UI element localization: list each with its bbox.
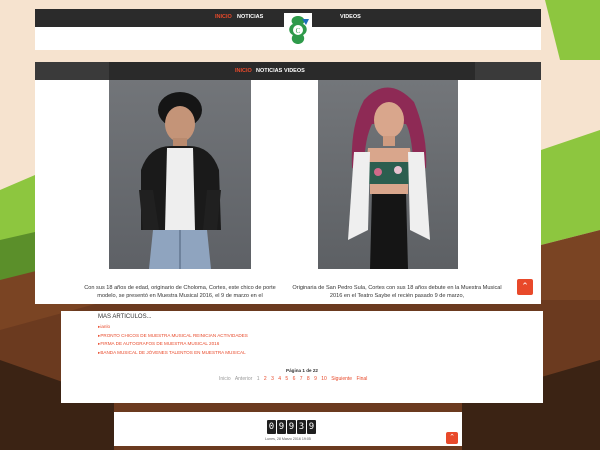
counter-digit: 9 [287,420,296,434]
pagination-next[interactable]: Siguiente [331,376,352,382]
visitor-counter-panel: 0 9 9 3 9 Lunes, 28 Marzo 2016 19:05 ⌃ [114,412,462,446]
article-link[interactable]: ianlo [98,324,248,333]
pagination-page[interactable]: 5 [285,376,288,382]
counter-digit: 3 [297,420,306,434]
chevron-up-icon: ⌃ [449,434,455,441]
pagination-first: Inicio [219,376,231,382]
pagination-page[interactable]: 10 [321,376,327,382]
nav-inicio[interactable]: INICIO [215,14,232,20]
svg-text:C: C [296,27,301,35]
pagination-page[interactable]: 3 [271,376,274,382]
scroll-top-button[interactable]: ⌃ [517,279,533,295]
slider-nav-videos[interactable]: VIDEOS [284,68,305,74]
pagination-page-current: 1 [256,376,260,382]
articles-title: MAS ARTICULOS... [98,314,152,320]
articles-list: ianlo PRONTO CHICOS DE MUESTRA MUSICAL R… [98,324,248,358]
featured-slider: INICIO NOTICIAS VIDEOS Con sus 18 años d… [35,62,541,304]
more-articles-panel: MAS ARTICULOS... ianlo PRONTO CHICOS DE … [61,311,543,403]
counter-digit: 9 [277,420,286,434]
chevron-up-icon: ⌃ [521,281,529,291]
slider-nav-noticias[interactable]: NOTICIAS [256,68,282,74]
pagination-prev: Anterior [234,376,253,382]
slide-caption-2: Originaria de San Pedro Sula, Cortes con… [292,285,502,300]
article-link[interactable]: FIRMA DE AUTOGRAFOS DE MUESTRA MUSICAL 2… [98,341,248,350]
pagination-page[interactable]: 8 [307,376,310,382]
slide-photo-female[interactable] [318,80,458,269]
pagination-page[interactable]: 6 [293,376,296,382]
pagination-last[interactable]: Final [356,376,367,382]
article-link[interactable]: BANDA MUSICAL DE JÓVENES TALENTOS EN MUE… [98,350,248,359]
scroll-top-button-footer[interactable]: ⌃ [446,432,458,444]
slider-nav-inicio[interactable]: INICIO [235,68,252,74]
counter-digit: 0 [267,420,276,434]
current-date: Lunes, 28 Marzo 2016 19:05 [265,437,311,441]
pagination-page[interactable]: 9 [314,376,317,382]
slide-photo-male[interactable] [109,80,251,269]
slider-nav: INICIO NOTICIAS VIDEOS [109,62,475,80]
counter-digit: 9 [307,420,316,434]
pagination-page[interactable]: 7 [300,376,303,382]
article-link[interactable]: PRONTO CHICOS DE MUESTRA MUSICAL REINICI… [98,333,248,342]
nav-noticias[interactable]: NOTICIAS [237,14,263,20]
pagination: Inicio Anterior 1 2 3 4 5 6 7 8 9 10 Sig… [219,376,370,382]
nav-videos[interactable]: VIDEOS [340,14,361,20]
site-logo[interactable]: C [284,13,312,47]
page-indicator: Página 1 de 22 [286,368,318,373]
pagination-page[interactable]: 4 [278,376,281,382]
slide-caption-1: Con sus 18 años de edad, originario de C… [84,285,276,300]
site-header: INICIO NOTICIAS VIDEOS C [35,9,541,50]
visitor-counter: 0 9 9 3 9 [267,420,316,434]
pagination-page[interactable]: 2 [264,376,267,382]
